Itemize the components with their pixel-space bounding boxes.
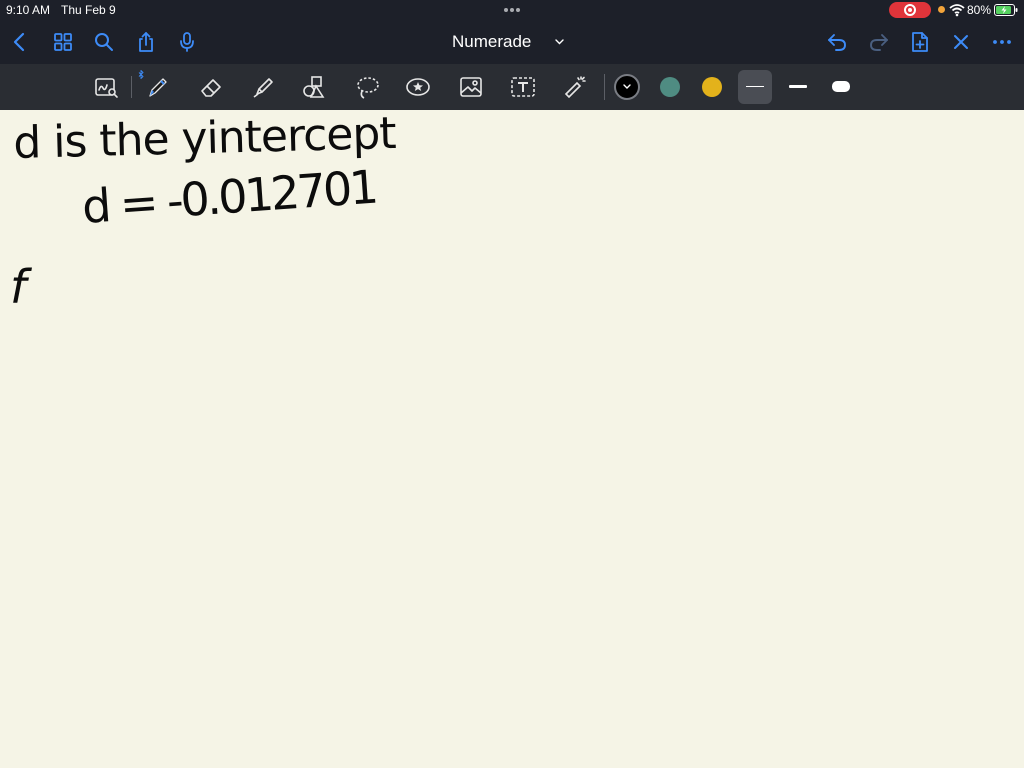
thick-line-icon [832,81,850,92]
document-title: Numerade [452,32,532,51]
tool-bar [0,64,1024,110]
text-icon[interactable] [510,74,536,100]
image-icon[interactable] [458,74,484,100]
medium-line-icon [789,85,807,88]
handwriting-line-1: d is the yintercept [12,108,397,169]
status-bar: 9:10 AM Thu Feb 9 80% [0,0,1024,20]
close-icon[interactable] [950,31,972,53]
more-icon[interactable] [991,31,1013,53]
color-swatch-black[interactable] [614,74,640,100]
multitasking-dots-icon[interactable] [500,3,524,17]
chevron-down-icon [555,39,564,45]
undo-icon[interactable] [826,31,848,53]
chevron-down-icon [623,84,631,89]
microphone-in-use-dot [938,6,945,13]
sticker-icon[interactable] [405,74,431,100]
grid-view-icon[interactable] [52,31,74,53]
search-icon[interactable] [93,31,115,53]
document-title-menu[interactable]: Numerade [452,31,582,53]
handwriting-line-2: d = -0.012701 [80,159,378,234]
wifi-icon [949,4,965,17]
record-icon [904,4,916,16]
toolbar-divider [604,74,605,100]
stroke-size-thick[interactable] [824,70,858,104]
redo-icon[interactable] [868,31,890,53]
note-canvas[interactable]: d is the yintercept d = -0.012701 f [0,108,1024,768]
laser-pointer-icon[interactable] [562,74,588,100]
share-icon[interactable] [135,31,157,53]
battery-charging-icon [994,4,1018,16]
status-time: 9:10 AM [6,3,51,17]
add-page-icon[interactable] [909,31,931,53]
lasso-icon[interactable] [354,74,380,100]
shapes-icon[interactable] [301,74,327,100]
screen-recording-indicator[interactable] [889,2,931,18]
stroke-size-thin[interactable] [738,70,772,104]
status-date: Thu Feb 9 [61,3,116,17]
color-swatch-teal[interactable] [660,77,680,97]
eraser-icon[interactable] [198,74,224,100]
microphone-icon[interactable] [176,31,198,53]
toolbar-divider [131,76,132,98]
color-swatch-yellow[interactable] [702,77,722,97]
back-chevron-icon[interactable] [9,31,31,53]
handwriting-line-3: f [10,260,27,314]
battery-percent: 80% [967,3,992,17]
nav-bar: Numerade [0,20,1024,64]
pen-icon[interactable] [144,74,170,100]
thin-line-icon [746,86,764,87]
zoom-window-icon[interactable] [93,74,119,100]
stroke-size-medium[interactable] [781,70,815,104]
highlighter-icon[interactable] [250,74,276,100]
